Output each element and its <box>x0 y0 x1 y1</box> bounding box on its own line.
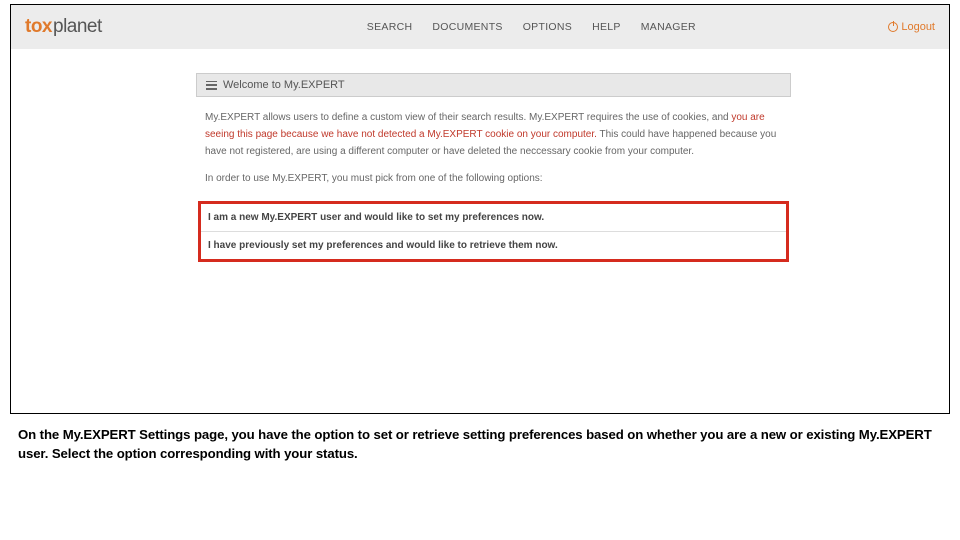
menu-icon <box>206 81 217 90</box>
panel-title: Welcome to My.EXPERT <box>223 79 345 91</box>
logout-button[interactable]: Logout <box>888 21 935 33</box>
nav-help[interactable]: HELP <box>592 21 621 33</box>
panel-body: My.EXPERT allows users to define a custo… <box>196 97 791 201</box>
options-highlight-box: I am a new My.EXPERT user and would like… <box>198 201 789 262</box>
nav-options[interactable]: OPTIONS <box>523 21 572 33</box>
nav-search[interactable]: SEARCH <box>367 21 413 33</box>
panel-paragraph-2: In order to use My.EXPERT, you must pick… <box>205 170 782 187</box>
main-nav: SEARCH DOCUMENTS OPTIONS HELP MANAGER <box>367 21 696 33</box>
nav-documents[interactable]: DOCUMENTS <box>432 21 502 33</box>
power-icon <box>888 22 898 32</box>
nav-manager[interactable]: MANAGER <box>641 21 696 33</box>
welcome-panel: Welcome to My.EXPERT My.EXPERT allows us… <box>196 73 791 268</box>
app-frame: toxplanet SEARCH DOCUMENTS OPTIONS HELP … <box>10 4 950 414</box>
option-new-user[interactable]: I am a new My.EXPERT user and would like… <box>201 204 786 231</box>
panel-header: Welcome to My.EXPERT <box>196 73 791 97</box>
option-existing-user[interactable]: I have previously set my preferences and… <box>201 231 786 259</box>
logout-label: Logout <box>901 21 935 33</box>
slide-caption: On the My.EXPERT Settings page, you have… <box>18 425 942 463</box>
logo: toxplanet <box>25 16 102 38</box>
logo-part-tox: tox <box>25 16 52 38</box>
logo-part-planet: planet <box>53 16 102 38</box>
panel-paragraph-1: My.EXPERT allows users to define a custo… <box>205 109 782 160</box>
top-bar: toxplanet SEARCH DOCUMENTS OPTIONS HELP … <box>11 5 949 49</box>
